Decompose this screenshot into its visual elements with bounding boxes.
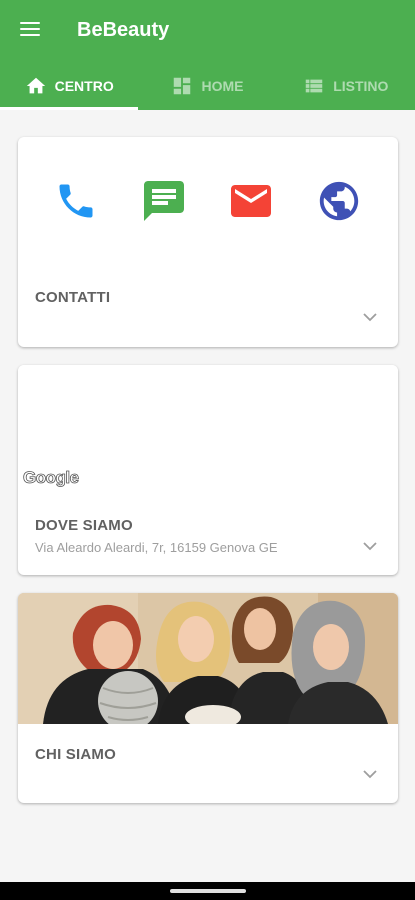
tab-bar: CENTRO HOME LISTINO [0,62,415,110]
chevron-down-icon[interactable] [362,769,378,779]
list-icon [305,79,323,93]
contacts-card: CONTATTI [18,137,398,347]
mail-icon [231,185,271,217]
home-icon [26,77,45,94]
chevron-down-icon[interactable] [362,312,378,322]
about-card: CHI SIAMO [18,593,398,803]
app-bar: BeBeauty CENTRO HOME LISTINO [0,0,415,110]
mail-button[interactable] [227,177,275,225]
phone-icon [59,184,93,218]
location-title: DOVE SIAMO [35,517,133,534]
tab-label: LISTINO [333,78,389,94]
tab-label: CENTRO [54,78,114,94]
tab-centro[interactable]: CENTRO [0,62,139,110]
chevron-down-icon[interactable] [362,541,378,551]
location-address: Via Aleardo Aleardi, 7r, 16159 Genova GE [35,540,278,555]
google-logo: Google [23,468,80,488]
location-card: Google DOVE SIAMO Via Aleardo Aleardi, 7… [18,365,398,575]
app-title: BeBeauty [77,19,170,41]
contact-actions [18,177,398,227]
system-navigation-bar [0,882,415,900]
phone-button[interactable] [52,177,100,225]
tab-listino[interactable]: LISTINO [277,62,415,110]
website-button[interactable] [315,177,363,225]
tab-indicator [0,107,139,110]
team-photo [18,593,398,724]
tab-label: HOME [201,78,244,94]
menu-icon[interactable] [20,20,42,40]
home-gesture-handle[interactable] [170,889,246,893]
tab-home[interactable]: HOME [138,62,276,110]
about-title: CHI SIAMO [35,746,116,763]
message-button[interactable] [140,177,188,225]
message-icon [144,181,184,221]
globe-icon [319,181,359,221]
dashboard-icon [174,77,191,95]
contacts-title: CONTATTI [35,289,111,306]
